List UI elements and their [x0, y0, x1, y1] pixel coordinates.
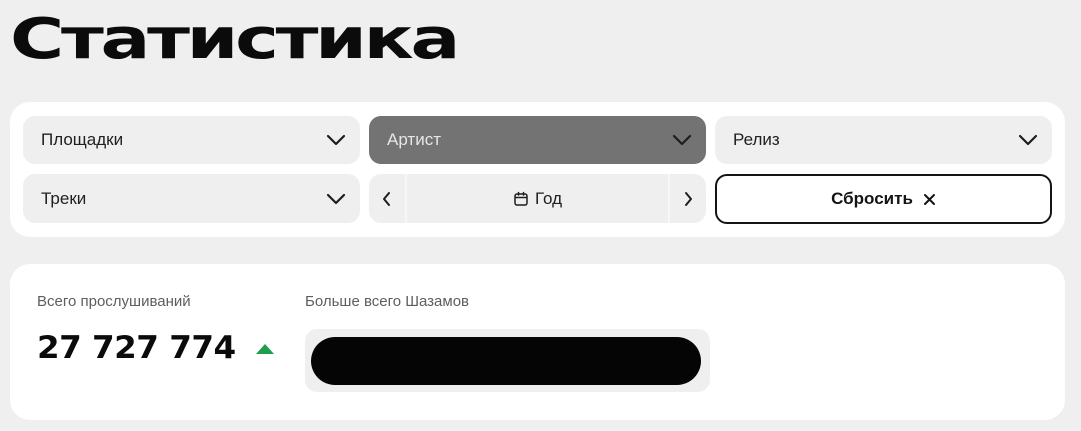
top-shazam-item[interactable]	[305, 329, 710, 392]
statistics-page: Статистика Площадки Артист Релиз Треки Г…	[0, 0, 1081, 431]
stats-card: Всего прослушиваний 27 727 774 Больше вс…	[10, 264, 1065, 420]
period-picker[interactable]: Год	[407, 174, 668, 223]
artist-select[interactable]: Артист	[369, 116, 706, 164]
page-title: Статистика	[10, 7, 460, 72]
filters-panel: Площадки Артист Релиз Треки Год Сбросить	[10, 102, 1065, 237]
reset-button-label: Сбросить	[831, 189, 913, 208]
release-select-label: Релиз	[733, 130, 780, 149]
chevron-down-icon	[326, 134, 346, 146]
chevron-down-icon	[326, 193, 346, 204]
chevron-down-icon	[1018, 134, 1038, 146]
reset-button[interactable]: Сбросить	[715, 174, 1052, 224]
redacted-content	[311, 337, 701, 385]
platforms-select[interactable]: Площадки	[23, 116, 360, 164]
tracks-select[interactable]: Треки	[23, 174, 360, 223]
chevron-left-icon	[383, 191, 390, 206]
artist-select-label: Артист	[387, 130, 441, 149]
top-shazam-label: Больше всего Шазамов	[305, 293, 470, 310]
chevron-down-icon	[672, 134, 692, 146]
chevron-right-icon	[685, 191, 692, 206]
close-icon	[923, 193, 935, 205]
tracks-select-label: Треки	[41, 188, 87, 208]
trend-up-icon	[256, 344, 274, 354]
period-selector: Год	[369, 174, 706, 223]
period-prev-button[interactable]	[369, 174, 405, 223]
calendar-icon	[514, 191, 528, 206]
period-next-button[interactable]	[670, 174, 706, 223]
period-label: Год	[534, 188, 563, 208]
release-select[interactable]: Релиз	[715, 116, 1052, 164]
total-plays-value: 27 727 774	[37, 330, 236, 366]
platforms-select-label: Площадки	[41, 130, 124, 149]
total-plays-label: Всего прослушиваний	[37, 293, 191, 310]
